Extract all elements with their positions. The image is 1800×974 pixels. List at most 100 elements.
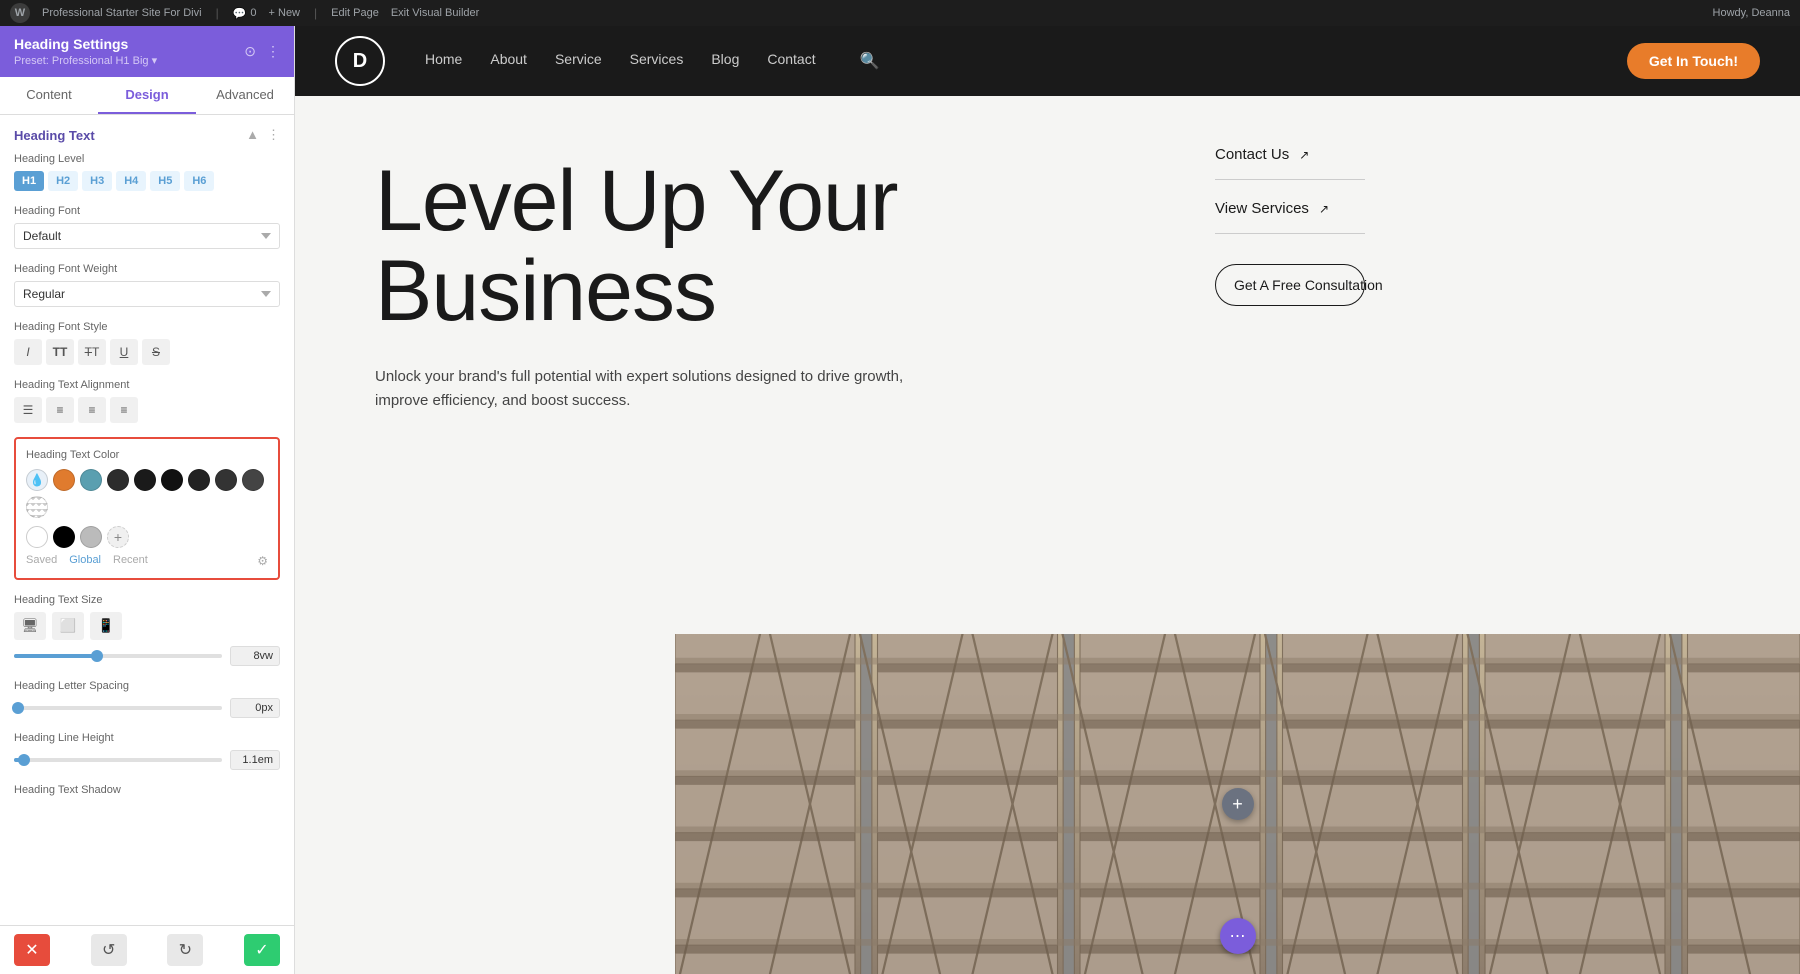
site-logo[interactable]: D: [335, 36, 385, 86]
align-center-button[interactable]: ≡: [46, 397, 74, 423]
redo-button[interactable]: ↻: [167, 934, 203, 966]
nav-about[interactable]: About: [490, 51, 527, 71]
h4-button[interactable]: H4: [116, 171, 146, 191]
heading-level-label: Heading Level: [14, 153, 280, 165]
eyedropper-icon[interactable]: 💧: [26, 469, 48, 491]
section-menu-button[interactable]: ⋯: [1220, 918, 1256, 954]
section-collapse-icon[interactable]: ▲: [246, 127, 259, 143]
nav-contact[interactable]: Contact: [767, 51, 815, 71]
h6-button[interactable]: H6: [184, 171, 214, 191]
section-more-icon[interactable]: ⋮: [267, 127, 280, 143]
nav-cta-button[interactable]: Get In Touch!: [1627, 43, 1760, 79]
new-item[interactable]: + New: [269, 7, 301, 19]
color-dark1[interactable]: [107, 469, 129, 491]
bold-tt-button[interactable]: TT: [46, 339, 74, 365]
view-services-link[interactable]: View Services ↗: [1215, 200, 1365, 234]
tablet-size-icon[interactable]: ⬜: [52, 612, 84, 640]
line-height-slider-thumb[interactable]: [18, 754, 30, 766]
letter-spacing-slider-track: [14, 706, 222, 710]
heading-font-weight-label: Heading Font Weight: [14, 263, 280, 275]
bottom-bar: ✕ ↺ ↻ ✓: [0, 925, 294, 974]
tab-design[interactable]: Design: [98, 77, 196, 114]
underline-button[interactable]: U: [110, 339, 138, 365]
hero-heading: Level Up Your Business: [375, 156, 1135, 337]
color-dark5[interactable]: [215, 469, 237, 491]
color-orange[interactable]: [53, 469, 75, 491]
contact-us-label: Contact Us: [1215, 146, 1289, 163]
text-size-slider-thumb[interactable]: [91, 650, 103, 662]
wp-logo-icon[interactable]: W: [10, 3, 30, 23]
heading-text-align-group: Heading Text Alignment ☰ ≡ ≡ ≡: [14, 379, 280, 423]
color-white[interactable]: [26, 526, 48, 548]
align-right-button[interactable]: ≡: [78, 397, 106, 423]
save-button[interactable]: ✓: [244, 934, 280, 966]
strikethrough-t-button[interactable]: TT: [78, 339, 106, 365]
panel-more-icon[interactable]: ⋮: [266, 43, 280, 60]
heading-text-size-group: Heading Text Size 🖥 ⬜ 📱: [14, 594, 280, 666]
heading-text-align-label: Heading Text Alignment: [14, 379, 280, 391]
hero-subtext: Unlock your brand's full potential with …: [375, 365, 925, 413]
letter-spacing-value[interactable]: [230, 698, 280, 718]
h3-button[interactable]: H3: [82, 171, 112, 191]
consultation-button[interactable]: Get A Free Consultation: [1215, 264, 1365, 306]
add-section-button[interactable]: +: [1222, 788, 1254, 820]
cancel-button[interactable]: ✕: [14, 934, 50, 966]
heading-font-select[interactable]: Default: [14, 223, 280, 249]
exit-builder-item[interactable]: Exit Visual Builder: [391, 7, 479, 19]
color-dark3[interactable]: [161, 469, 183, 491]
color-swatches-row2: +: [26, 526, 268, 548]
color-black[interactable]: [53, 526, 75, 548]
text-size-value[interactable]: [230, 646, 280, 666]
color-teal[interactable]: [80, 469, 102, 491]
heading-text-color-section: Heading Text Color 💧: [14, 437, 280, 580]
heading-levels: H1 H2 H3 H4 H5 H6: [14, 171, 280, 191]
heading-font-label: Heading Font: [14, 205, 280, 217]
strikethrough-button[interactable]: S: [142, 339, 170, 365]
panel-settings-icon[interactable]: ⊙: [244, 43, 256, 60]
desktop-size-icon[interactable]: 🖥: [14, 612, 46, 640]
color-transparent[interactable]: [26, 496, 48, 518]
h2-button[interactable]: H2: [48, 171, 78, 191]
heading-font-group: Heading Font Default: [14, 205, 280, 249]
tab-advanced[interactable]: Advanced: [196, 77, 294, 114]
undo-button[interactable]: ↺: [91, 934, 127, 966]
nav-service[interactable]: Service: [555, 51, 602, 71]
letter-spacing-slider-thumb[interactable]: [12, 702, 24, 714]
contact-us-link[interactable]: Contact Us ↗: [1215, 146, 1365, 180]
panel-preset[interactable]: Preset: Professional H1 Big ▾: [14, 54, 157, 67]
nav-home[interactable]: Home: [425, 51, 462, 71]
color-tab-saved[interactable]: Saved: [26, 554, 57, 568]
align-justify-button[interactable]: ≡: [110, 397, 138, 423]
heading-text-size-label: Heading Text Size: [14, 594, 280, 606]
heading-level-group: Heading Level H1 H2 H3 H4 H5 H6: [14, 153, 280, 191]
nav-services[interactable]: Services: [630, 51, 684, 71]
nav-search-icon[interactable]: 🔍: [860, 51, 880, 71]
color-dark6[interactable]: [242, 469, 264, 491]
hero-section: Level Up Your Business Unlock your brand…: [295, 96, 1800, 974]
h5-button[interactable]: H5: [150, 171, 180, 191]
site-name[interactable]: Professional Starter Site For Divi: [42, 7, 202, 19]
color-dark4[interactable]: [188, 469, 210, 491]
color-settings-icon[interactable]: ⚙: [257, 554, 268, 568]
size-device-icons: 🖥 ⬜ 📱: [14, 612, 280, 640]
letter-spacing-slider-row: [14, 698, 280, 718]
align-left-button[interactable]: ☰: [14, 397, 42, 423]
mobile-size-icon[interactable]: 📱: [90, 612, 122, 640]
view-services-label: View Services: [1215, 200, 1309, 217]
comments-item[interactable]: 💬 0: [233, 7, 257, 20]
color-dark2[interactable]: [134, 469, 156, 491]
color-gray[interactable]: [80, 526, 102, 548]
section-header: Heading Text ▲ ⋮: [14, 127, 280, 143]
edit-page-item[interactable]: Edit Page: [331, 7, 379, 19]
line-height-value[interactable]: [230, 750, 280, 770]
heading-letter-spacing-group: Heading Letter Spacing: [14, 680, 280, 718]
align-buttons: ☰ ≡ ≡ ≡: [14, 397, 280, 423]
color-tab-recent[interactable]: Recent: [113, 554, 148, 568]
heading-font-weight-select[interactable]: Regular: [14, 281, 280, 307]
italic-button[interactable]: I: [14, 339, 42, 365]
color-tab-global[interactable]: Global: [69, 554, 101, 568]
add-color-button[interactable]: +: [107, 526, 129, 548]
h1-button[interactable]: H1: [14, 171, 44, 191]
nav-blog[interactable]: Blog: [711, 51, 739, 71]
tab-content[interactable]: Content: [0, 77, 98, 114]
